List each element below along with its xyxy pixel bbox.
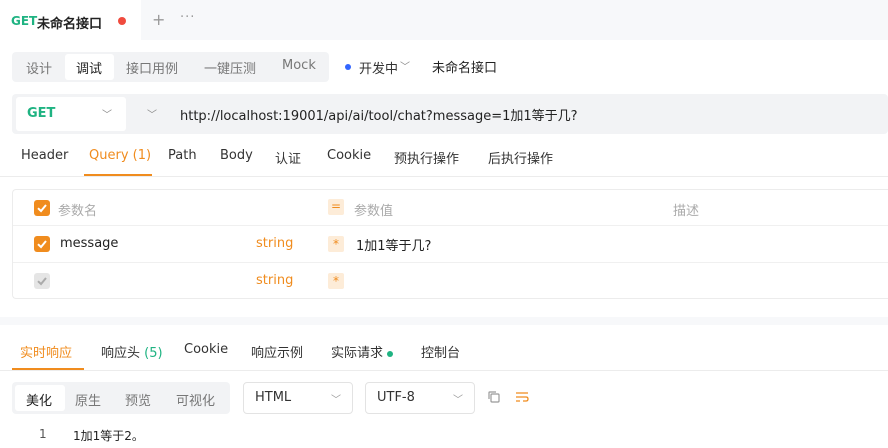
mode-debug[interactable]: 调试 xyxy=(76,58,102,77)
response-headers-label: 响应头 xyxy=(101,346,141,361)
divider xyxy=(0,370,888,371)
format-value: HTML xyxy=(255,390,292,405)
tab-header[interactable]: Header xyxy=(21,148,68,163)
view-visualize[interactable]: 可视化 xyxy=(176,390,215,409)
mode-mock[interactable]: Mock xyxy=(282,58,316,73)
status-select[interactable]: 开发中 xyxy=(359,58,398,77)
tab-console[interactable]: 控制台 xyxy=(421,342,460,361)
params-table xyxy=(12,189,888,299)
status-dot-icon xyxy=(345,64,351,70)
view-pretty[interactable]: 美化 xyxy=(26,390,52,409)
chevron-down-icon[interactable]: ﹀ xyxy=(102,106,112,121)
api-title[interactable]: 未命名接口 xyxy=(432,57,497,76)
chevron-down-icon[interactable]: ﹀ xyxy=(331,391,341,406)
param-name-input[interactable]: message xyxy=(60,236,118,251)
copy-icon[interactable] xyxy=(487,390,501,408)
method-label: GET xyxy=(27,106,56,121)
status-dot-icon xyxy=(387,350,394,357)
tab-body[interactable]: Body xyxy=(220,148,253,163)
more-icon[interactable]: ··· xyxy=(180,10,195,25)
response-headers-count: (5) xyxy=(144,346,163,361)
param-type-select[interactable]: string xyxy=(256,236,293,251)
new-tab-plus-icon[interactable]: + xyxy=(152,10,165,29)
param-type-select[interactable]: string xyxy=(256,273,293,288)
row-checkbox[interactable] xyxy=(34,236,50,252)
unsaved-dot-icon[interactable] xyxy=(118,17,126,25)
tab-post-script[interactable]: 后执行操作 xyxy=(488,148,553,167)
tab-auth[interactable]: 认证 xyxy=(275,148,301,167)
view-raw[interactable]: 原生 xyxy=(75,390,101,409)
divider xyxy=(0,176,888,177)
wrap-lines-icon[interactable] xyxy=(515,390,529,408)
response-body-line: 1加1等于2。 xyxy=(73,429,144,443)
url-input[interactable]: http://localhost:19001/api/ai/tool/chat?… xyxy=(180,105,578,124)
base-url-chevron-icon[interactable]: ﹀ xyxy=(147,106,157,121)
actual-request-label: 实际请求 xyxy=(331,346,384,361)
row-divider xyxy=(13,262,888,263)
mode-stress-test[interactable]: 一键压测 xyxy=(204,58,256,77)
view-preview[interactable]: 预览 xyxy=(125,390,151,409)
row-divider xyxy=(13,225,888,226)
equals-icon: = xyxy=(328,199,344,215)
tab-realtime-response[interactable]: 实时响应 xyxy=(20,342,72,361)
tab-title: 未命名接口 xyxy=(37,17,103,32)
required-star-icon[interactable]: * xyxy=(328,236,344,252)
tab-method-label: GET xyxy=(11,14,38,28)
mode-test-cases[interactable]: 接口用例 xyxy=(126,58,178,77)
tab-path[interactable]: Path xyxy=(168,148,197,163)
tab-pre-script[interactable]: 预执行操作 xyxy=(394,148,459,167)
select-all-checkbox[interactable] xyxy=(34,200,50,216)
encoding-value: UTF-8 xyxy=(377,390,415,405)
param-value-input[interactable]: 1加1等于几? xyxy=(356,235,431,254)
mode-design[interactable]: 设计 xyxy=(26,58,52,77)
required-star-icon[interactable]: * xyxy=(328,273,344,289)
tab-actual-request[interactable]: 实际请求 xyxy=(331,342,394,361)
tab-response-headers[interactable]: 响应头 (5) xyxy=(101,342,163,361)
header-param-name: 参数名 xyxy=(58,204,98,219)
chevron-down-icon[interactable]: ﹀ xyxy=(453,391,463,406)
header-description: 描述 xyxy=(673,204,700,219)
chevron-down-icon[interactable]: ﹀ xyxy=(400,58,410,73)
header-param-value: 参数值 xyxy=(354,204,394,219)
line-number: 1 xyxy=(39,427,47,441)
tab-query[interactable]: Query (1) xyxy=(89,148,151,163)
section-divider xyxy=(0,317,888,325)
tab-response-cookie[interactable]: Cookie xyxy=(184,342,228,357)
row-checkbox[interactable] xyxy=(34,273,50,289)
tab-response-example[interactable]: 响应示例 xyxy=(251,342,303,361)
tab-cookie[interactable]: Cookie xyxy=(327,148,371,163)
